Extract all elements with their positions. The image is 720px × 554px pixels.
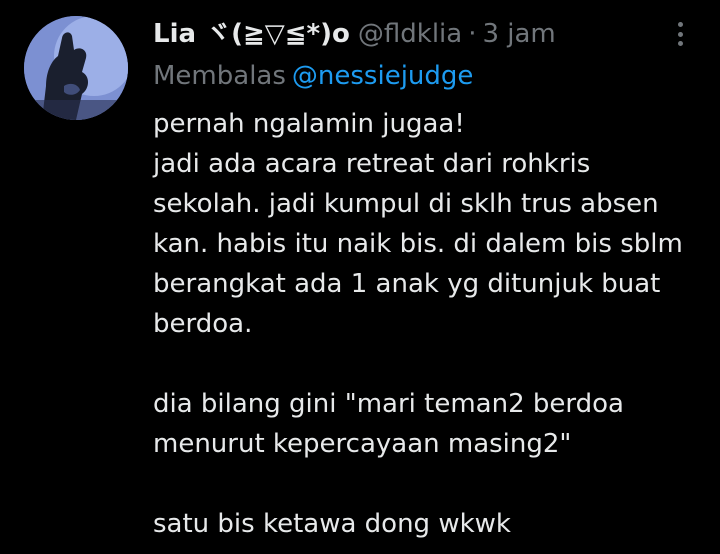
reply-context: Membalas @nessiejudge bbox=[153, 58, 473, 94]
tweet-text-line: sekolah. jadi kumpul di sklh trus absen bbox=[153, 189, 659, 219]
tweet[interactable]: Lia ヾ(≧▽≦*)o @fldklia · 3 jam Membalas @n… bbox=[0, 0, 720, 554]
tweet-text: pernah ngalamin jugaa! jadi ada acara re… bbox=[153, 104, 713, 544]
separator-dot: · bbox=[468, 19, 477, 49]
display-name[interactable]: Lia ヾ(≧▽≦*)o bbox=[153, 16, 350, 52]
tweet-text-line: menurut kepercayaan masing2" bbox=[153, 429, 572, 459]
tweet-text-line: berdoa. bbox=[153, 309, 253, 339]
tweet-text-line bbox=[153, 344, 713, 384]
reply-mention-link[interactable]: @nessiejudge bbox=[292, 61, 474, 91]
more-dots-vertical-icon[interactable] bbox=[668, 20, 692, 48]
tweet-text-line bbox=[153, 464, 713, 504]
avatar[interactable] bbox=[24, 16, 128, 120]
avatar-photo bbox=[24, 16, 128, 120]
tweet-text-line: dia bilang gini "mari teman2 berdoa bbox=[153, 389, 624, 419]
timestamp[interactable]: 3 jam bbox=[482, 16, 555, 52]
tweet-text-line: kan. habis itu naik bis. di dalem bis sb… bbox=[153, 229, 683, 259]
tweet-header: Lia ヾ(≧▽≦*)o @fldklia · 3 jam bbox=[153, 16, 556, 52]
user-handle[interactable]: @fldklia bbox=[358, 16, 462, 52]
reply-prefix: Membalas bbox=[153, 61, 286, 91]
tweet-text-line: pernah ngalamin jugaa! bbox=[153, 109, 465, 139]
tweet-text-line: berangkat ada 1 anak yg ditunjuk buat bbox=[153, 269, 661, 299]
tweet-text-line: satu bis ketawa dong wkwk bbox=[153, 509, 511, 539]
tweet-text-line: jadi ada acara retreat dari rohkris bbox=[153, 149, 591, 179]
